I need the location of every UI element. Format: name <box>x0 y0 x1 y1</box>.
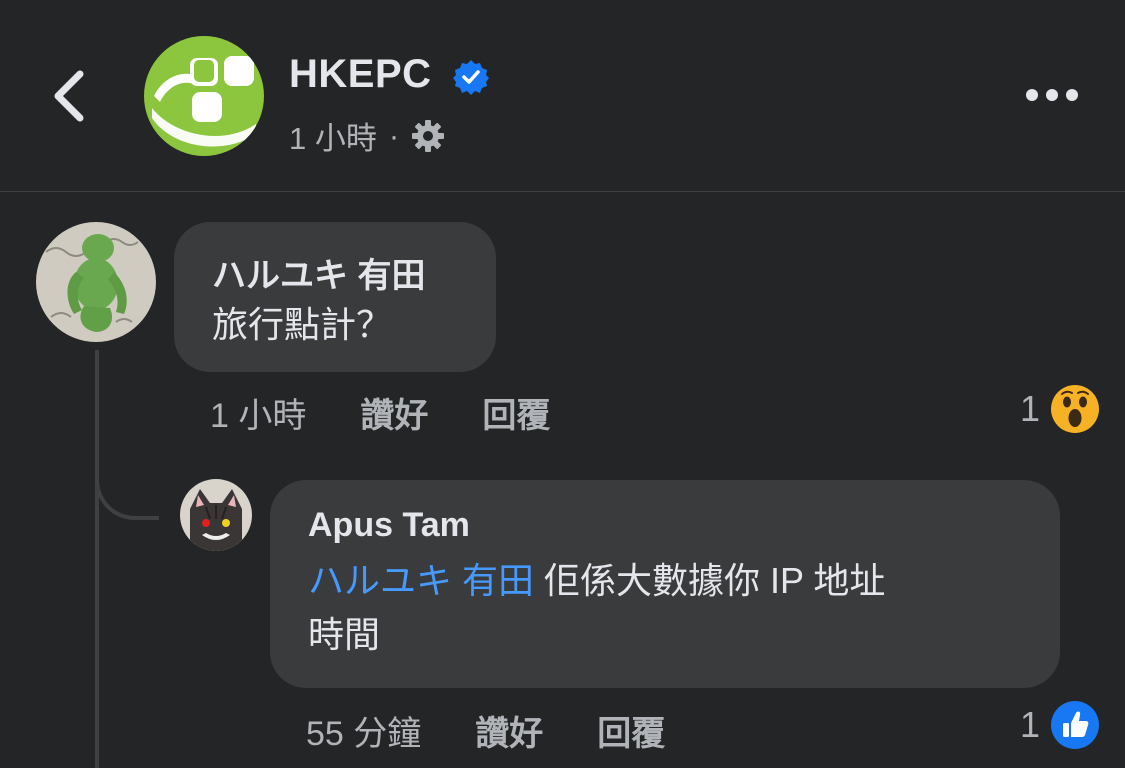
more-dots-icon <box>1026 89 1078 101</box>
cat-avatar-icon <box>180 479 252 551</box>
replier-avatar[interactable] <box>180 479 252 551</box>
separator-dot: · <box>388 117 400 153</box>
comment-bubble: ハルユキ 有田 旅行點計？ <box>174 222 496 372</box>
wow-emoji-icon <box>1051 385 1100 433</box>
reply-button[interactable]: 回覆 <box>482 388 550 437</box>
reply-author[interactable]: Apus Tam <box>308 506 470 545</box>
header-divider <box>0 191 1125 192</box>
settings-gear-icon <box>412 119 445 152</box>
reaction-summary[interactable]: 1 <box>1020 700 1100 750</box>
commenter-avatar[interactable] <box>36 222 156 342</box>
reply-text-line2: 時間 <box>308 614 381 655</box>
reaction-count: 1 <box>1020 388 1041 429</box>
back-button[interactable] <box>44 64 100 128</box>
comment-time[interactable]: 1 小時 <box>210 388 306 437</box>
mention-link[interactable]: ハルユキ 有田 <box>308 560 534 601</box>
reply-text-line1: 佢係大數據你 IP 地址 <box>534 560 886 601</box>
post-meta: 1 小時 · <box>289 113 445 158</box>
post-time[interactable]: 1 小時 <box>289 113 377 158</box>
like-thumb-icon <box>1051 701 1100 749</box>
post-header: HKEPC 1 小時 · <box>0 0 1125 191</box>
page-avatar[interactable] <box>144 36 264 156</box>
reaction-count: 1 <box>1020 704 1041 745</box>
more-options-button[interactable] <box>1022 80 1082 110</box>
reply-actions: 55 分鐘 讚好 回覆 <box>306 706 665 755</box>
thread-connector <box>95 440 159 520</box>
chevron-left-icon <box>54 70 84 122</box>
like-button[interactable]: 讚好 <box>360 388 428 437</box>
reply-text: ハルユキ 有田 佢係大數據你 IP 地址 時間 <box>308 554 1038 662</box>
reaction-summary[interactable]: 1 <box>1020 384 1100 434</box>
comment-author[interactable]: ハルユキ 有田 <box>212 248 425 297</box>
hkepc-logo-icon <box>144 36 264 156</box>
reply-time[interactable]: 55 分鐘 <box>306 706 421 755</box>
reply-bubble: Apus Tam ハルユキ 有田 佢係大數據你 IP 地址 時間 <box>270 480 1060 688</box>
thread-line <box>95 350 99 768</box>
comment-text: 旅行點計？ <box>212 304 393 345</box>
reply-button[interactable]: 回覆 <box>597 706 665 755</box>
baby-photo-avatar-icon <box>36 222 156 342</box>
like-button[interactable]: 讚好 <box>475 706 543 755</box>
page-name[interactable]: HKEPC <box>289 52 432 97</box>
comment-actions: 1 小時 讚好 回覆 <box>210 388 550 437</box>
verified-badge-icon <box>453 59 489 95</box>
